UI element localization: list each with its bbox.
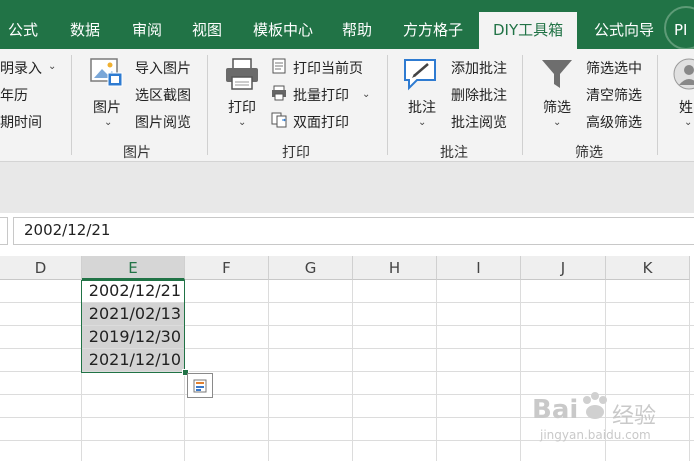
ribbon-item-date-time[interactable]: 期时间 [0,112,42,132]
ribbon-panel: 明录入 ⌄ 年历 期时间 图片 ⌄ 导入图片 选区截图 图片阅览 图片 打印 ⌄… [0,49,694,162]
spreadsheet-grid: D E F G H I J K 2002/12/21 2021/02/13 20… [0,256,694,461]
column-header-j[interactable]: J [521,256,606,280]
column-header-g[interactable]: G [269,256,353,280]
column-header-d[interactable]: D [0,256,82,280]
tab-template-center[interactable]: 模板中心 [253,0,313,49]
duplex-print-icon [271,112,287,128]
watermark-text: 经验 [612,404,657,429]
add-comment-button[interactable]: 添加批注 [451,58,507,78]
printer-icon[interactable] [224,58,260,90]
group-separator [522,55,523,155]
batch-print-button[interactable]: 批量打印 [293,85,349,105]
quick-analysis-icon[interactable] [187,373,213,398]
print-button-label[interactable]: 打印 [228,97,256,117]
account-circle-icon[interactable] [664,6,694,50]
ribbon-item-ming-input[interactable]: 明录入 [0,58,42,78]
tab-fangfang[interactable]: 方方格子 [403,0,463,49]
column-header-e[interactable]: E [82,256,185,280]
picture-icon[interactable] [90,57,124,89]
print-current-page-button[interactable]: 打印当前页 [293,58,363,78]
column-header-f[interactable]: F [185,256,269,280]
duplex-print-button[interactable]: 双面打印 [293,112,349,132]
filter-group-label: 筛选 [575,145,603,161]
filter-icon[interactable] [540,57,574,91]
tab-data[interactable]: 数据 [70,0,100,49]
group-separator [71,55,72,155]
print-page-icon [271,58,287,74]
watermark-url: jingyan.baidu.com [540,428,651,442]
selection-range [81,280,185,373]
browse-comments-button[interactable]: 批注阅览 [451,112,507,132]
batch-print-icon [271,85,287,101]
column-header-i[interactable]: I [437,256,521,280]
tab-help[interactable]: 帮助 [342,0,372,49]
name-box[interactable] [0,217,8,245]
chevron-down-icon[interactable]: ⌄ [362,89,370,100]
chevron-down-icon[interactable]: ⌄ [238,117,246,128]
comment-button-label[interactable]: 批注 [408,97,436,117]
print-group-label: 打印 [282,145,310,161]
toolbar-area [0,162,694,213]
picture-button-label[interactable]: 图片 [93,97,121,117]
group-separator [387,55,388,155]
tab-formula-wizard[interactable]: 公式向导 [594,0,654,49]
filter-selected-button[interactable]: 筛选选中 [586,58,642,78]
tab-review[interactable]: 审阅 [132,0,162,49]
paw-icon [580,390,610,424]
chevron-down-icon[interactable]: ⌄ [48,61,56,72]
watermark-logo: Bai [532,395,579,425]
tab-diy-toolbox[interactable]: DIY工具箱 [479,12,578,49]
picture-browse-button[interactable]: 图片阅览 [135,112,191,132]
import-picture-button[interactable]: 导入图片 [135,58,191,78]
tab-view[interactable]: 视图 [192,0,222,49]
chevron-down-icon[interactable]: ⌄ [104,117,112,128]
picture-group-label: 图片 [123,145,151,161]
region-screenshot-button[interactable]: 选区截图 [135,85,191,105]
clear-filter-button[interactable]: 清空筛选 [586,85,642,105]
comment-icon[interactable] [402,57,440,91]
tab-formulas[interactable]: 公式 [8,0,38,49]
user-icon[interactable] [672,57,694,91]
column-header-k[interactable]: K [606,256,690,280]
group-separator [657,55,658,155]
filter-button-label[interactable]: 筛选 [543,97,571,117]
column-header-h[interactable]: H [353,256,437,280]
group-separator [207,55,208,155]
name-button-label-partial[interactable]: 姓 [679,97,693,117]
chevron-down-icon[interactable]: ⌄ [418,117,426,128]
ribbon-item-calendar[interactable]: 年历 [0,85,28,105]
delete-comment-button[interactable]: 删除批注 [451,85,507,105]
formula-bar: 2002/12/21 [0,213,694,245]
chevron-down-icon[interactable]: ⌄ [684,117,692,128]
comment-group-label: 批注 [440,145,468,161]
formula-value: 2002/12/21 [24,221,111,239]
chevron-down-icon[interactable]: ⌄ [553,117,561,128]
ribbon-tab-bar: 公式 数据 审阅 视图 模板中心 帮助 方方格子 DIY工具箱 公式向导 PI [0,0,694,50]
advanced-filter-button[interactable]: 高级筛选 [586,112,642,132]
formula-input[interactable] [13,217,694,245]
